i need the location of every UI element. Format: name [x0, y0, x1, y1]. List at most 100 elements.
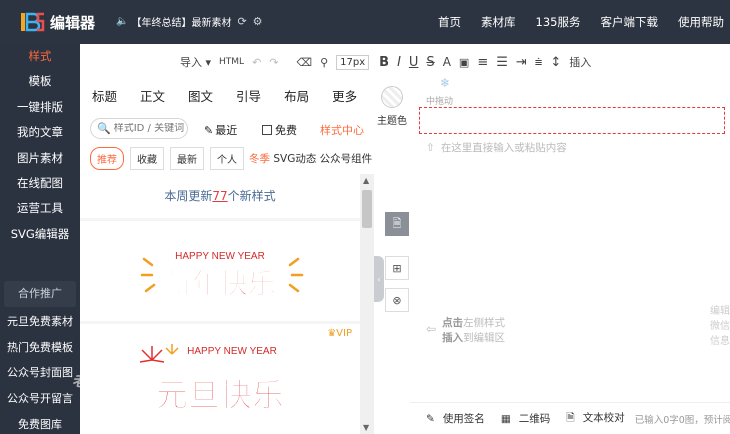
indent-icon[interactable]: ⇥: [516, 55, 527, 70]
font-size-select[interactable]: 17px: [336, 54, 370, 70]
crown-icon: ♛: [327, 328, 337, 339]
filter-personal[interactable]: 个人: [210, 146, 244, 170]
scroll-thumb[interactable]: [362, 190, 372, 228]
paragraph-spacing-icon[interactable]: ⩧: [535, 55, 543, 70]
card1-title: 新年快乐: [164, 267, 276, 300]
app-root: 编辑器 🔈 【年终总结】最新素材 ⟳ ⚙ 首页 素材库 135服务 客户端下载 …: [0, 0, 730, 434]
promo-highlight[interactable]: 冬季: [249, 153, 270, 165]
sidebar-group-title: 合作推广: [4, 281, 76, 307]
sidebar-item-styles[interactable]: 样式: [0, 44, 80, 69]
format-brush-icon[interactable]: ⚲: [320, 56, 328, 69]
paste-hint: ⇧ 在这里直接输入或粘贴内容: [426, 140, 567, 155]
weekly-count[interactable]: 77: [212, 189, 227, 203]
signature-pen-icon: ✎: [426, 413, 435, 425]
strikethrough-icon[interactable]: S: [426, 55, 434, 70]
promo-rest[interactable]: SVG动态 公众号组件: [273, 153, 372, 165]
sidebar-item-free-gallery[interactable]: 免费图库: [0, 412, 80, 434]
logo-mark-icon: [21, 12, 45, 32]
sidebar-item-auto-layout[interactable]: 一键排版: [0, 95, 80, 120]
document-icon[interactable]: 🗎: [385, 212, 409, 236]
click-hint-1a: 点击: [442, 317, 464, 329]
insert-button[interactable]: 插入: [569, 54, 591, 70]
side-tool-column: 主题色 ‹ 🗎 ⊞ ⊗: [374, 80, 410, 434]
add-page-icon[interactable]: ⊞: [385, 256, 409, 280]
sidebar: 样式 模板 一键排版 我的文章 图片素材 在线配图 运营工具 SVG编辑器 合作…: [0, 44, 80, 434]
style-center-link[interactable]: 样式中心: [320, 122, 364, 138]
filter-recommended[interactable]: 推荐: [90, 146, 124, 170]
theme-color-button[interactable]: 主题色: [374, 86, 410, 127]
style-search-input[interactable]: [113, 123, 190, 134]
scroll-up-icon[interactable]: ▲: [363, 176, 369, 185]
line-height-icon[interactable]: ↕: [550, 55, 561, 70]
free-checkbox[interactable]: 免费: [262, 122, 297, 138]
watermark-text: 老部落: [72, 372, 124, 390]
weekly-update-banner[interactable]: 本周更新77个新样式: [80, 174, 360, 218]
weekly-prefix: 本周更新: [164, 189, 213, 203]
theme-color-swatch-icon: [381, 86, 403, 108]
theme-color-label: 主题色: [377, 116, 407, 127]
html-button[interactable]: HTML: [219, 57, 244, 67]
qr-code-button[interactable]: ▦ 二维码: [493, 411, 550, 426]
close-circle-icon[interactable]: ⊗: [385, 288, 409, 312]
sidebar-item-my-articles[interactable]: 我的文章: [0, 120, 80, 145]
filter-latest[interactable]: 最新: [170, 146, 204, 170]
style-card-new-year[interactable]: HAPPY NEW YEAR 新年快乐: [80, 221, 360, 321]
recent-option[interactable]: ✎ 最近: [204, 122, 237, 138]
editor-status-bar: ✎ 使用签名 ▦ 二维码 🗎 文本校对 已输入0字0图，预计阅读0: [410, 402, 730, 434]
proofread-icon: 🗎: [566, 411, 575, 424]
italic-icon[interactable]: I: [397, 55, 401, 70]
nav-help[interactable]: 使用帮助: [678, 14, 724, 30]
tab-layout[interactable]: 布局: [284, 86, 309, 105]
align-icon[interactable]: ≡: [477, 55, 488, 70]
editor-area[interactable]: ❄ 中拖动 ⇧ 在这里直接输入或粘贴内容 ⇦ 点击左侧样式 插入到编辑区 编辑 微…: [410, 76, 730, 402]
tab-image-text[interactable]: 图文: [188, 86, 213, 105]
sidebar-item-tools[interactable]: 运营工具: [0, 196, 80, 221]
nav-service[interactable]: 135服务: [536, 14, 581, 30]
sidebar-item-images[interactable]: 图片素材: [0, 146, 80, 171]
click-hint-1b: 左侧样式: [463, 317, 506, 329]
import-button[interactable]: 导入 ▾: [180, 54, 211, 70]
brand-logo[interactable]: 编辑器: [20, 10, 95, 34]
sidebar-item-hot-templates[interactable]: 热门免费模板: [0, 335, 80, 361]
tab-title[interactable]: 标题: [92, 86, 117, 105]
underline-icon[interactable]: U: [409, 55, 419, 70]
pen-icon: ✎: [204, 123, 214, 137]
sidebar-item-online-images[interactable]: 在线配图: [0, 171, 80, 196]
sidebar-item-svg-editor[interactable]: SVG编辑器: [0, 222, 80, 247]
settings-gear-icon[interactable]: ⚙: [253, 15, 263, 28]
font-color-icon[interactable]: A: [443, 55, 451, 69]
proofread-button[interactable]: 🗎 文本校对: [558, 410, 624, 428]
paste-hint-text: 在这里直接输入或粘贴内容: [440, 142, 567, 154]
sidebar-item-templates[interactable]: 模板: [0, 69, 80, 94]
use-signature-button[interactable]: ✎ 使用签名: [418, 411, 485, 426]
notice-bar[interactable]: 🔈 【年终总结】最新素材 ⟳ ⚙: [116, 14, 263, 29]
tab-body[interactable]: 正文: [140, 86, 165, 105]
checkbox-box[interactable]: [262, 125, 272, 135]
eraser-icon[interactable]: ⌫: [297, 56, 313, 69]
top-nav: 首页 素材库 135服务 客户端下载 使用帮助: [438, 0, 730, 44]
nav-download[interactable]: 客户端下载: [601, 14, 659, 30]
top-bar: 编辑器 🔈 【年终总结】最新素材 ⟳ ⚙ 首页 素材库 135服务 客户端下载 …: [0, 0, 730, 44]
sidebar-item-comments[interactable]: 公众号开留言: [0, 386, 80, 412]
scroll-down-icon[interactable]: ▼: [363, 423, 369, 432]
style-search-box[interactable]: 🔍: [90, 118, 190, 139]
collapse-handle[interactable]: ‹: [374, 256, 384, 302]
nav-home[interactable]: 首页: [438, 14, 461, 30]
sidebar-item-cover-images[interactable]: 公众号封面图: [0, 360, 80, 386]
promo-links[interactable]: 冬季 SVG动态 公众号组件: [249, 151, 372, 166]
word-count: 已输入0字0图，预计阅读0: [634, 414, 730, 426]
speaker-icon: 🔈: [116, 16, 129, 27]
editor-drop-zone[interactable]: [419, 107, 725, 134]
redo-icon[interactable]: ↷: [269, 56, 278, 69]
bold-icon[interactable]: B: [379, 55, 389, 70]
refresh-icon[interactable]: ⟳: [237, 15, 246, 28]
background-color-icon[interactable]: ▣: [459, 56, 469, 69]
sidebar-item-newyear-free[interactable]: 元旦免费素材: [0, 309, 80, 335]
tab-guide[interactable]: 引导: [236, 86, 261, 105]
style-list-scrollbar[interactable]: ▲ ▼: [360, 174, 374, 434]
nav-library[interactable]: 素材库: [481, 14, 516, 30]
undo-icon[interactable]: ↶: [252, 56, 261, 69]
tab-more[interactable]: 更多: [332, 86, 357, 105]
filter-favorites[interactable]: 收藏: [130, 146, 164, 170]
list-icon[interactable]: ☰: [496, 55, 508, 70]
